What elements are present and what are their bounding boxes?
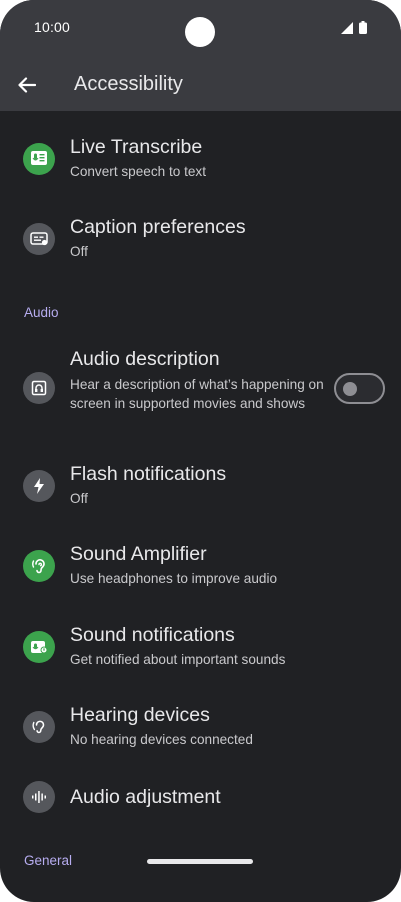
list-item-audio-description[interactable]: Audio description Hear a description of … xyxy=(0,342,401,430)
item-subtitle: Convert speech to text xyxy=(70,164,207,179)
signal-icon xyxy=(341,21,353,34)
app-bar: Accessibility xyxy=(0,56,401,111)
item-title: Live Transcribe xyxy=(70,136,203,158)
item-subtitle: Off xyxy=(70,244,88,259)
caption-icon xyxy=(23,223,55,255)
battery-icon xyxy=(359,21,367,34)
audio-description-icon xyxy=(23,372,55,404)
item-subtitle: Get notified about important sounds xyxy=(70,652,286,667)
system-icons xyxy=(341,21,367,34)
toggle-knob xyxy=(343,382,357,396)
section-header-audio: Audio xyxy=(24,305,59,320)
waveform-icon xyxy=(23,781,55,813)
item-title: Audio description xyxy=(70,348,220,370)
list-item-sound-notifications[interactable]: Sound notifications Get notified about i… xyxy=(0,618,401,678)
hearing-device-icon xyxy=(23,711,55,743)
flash-icon xyxy=(23,470,55,502)
home-gesture-bar[interactable] xyxy=(147,859,253,864)
section-header-general: General xyxy=(24,853,73,868)
camera-cutout xyxy=(185,17,215,47)
item-title: Hearing devices xyxy=(70,704,210,726)
page-title: Accessibility xyxy=(74,73,183,95)
item-subtitle: Off xyxy=(70,491,88,506)
item-title: Caption preferences xyxy=(70,216,246,238)
status-time: 10:00 xyxy=(34,19,71,35)
item-subtitle: Use headphones to improve audio xyxy=(70,571,278,586)
list-item-hearing-devices[interactable]: Hearing devices No hearing devices conne… xyxy=(0,698,401,758)
back-button[interactable] xyxy=(14,72,40,98)
list-item-audio-adjustment[interactable]: Audio adjustment xyxy=(0,778,401,818)
phone-screen: 10:00 Accessibility Live Transcribe Conv… xyxy=(0,0,401,902)
list-item-sound-amplifier[interactable]: Sound Amplifier Use headphones to improv… xyxy=(0,537,401,597)
item-title: Audio adjustment xyxy=(70,786,221,808)
item-title: Flash notifications xyxy=(70,463,227,485)
item-title: Sound notifications xyxy=(70,624,235,646)
list-item-live-transcribe[interactable]: Live Transcribe Convert speech to text xyxy=(0,130,401,190)
list-item-caption-preferences[interactable]: Caption preferences Off xyxy=(0,210,401,270)
live-transcribe-icon xyxy=(23,143,55,175)
item-subtitle: No hearing devices connected xyxy=(70,732,253,747)
item-title: Sound Amplifier xyxy=(70,543,207,565)
audio-description-toggle[interactable] xyxy=(334,373,385,404)
ear-icon xyxy=(23,550,55,582)
status-bar: 10:00 xyxy=(0,0,401,56)
back-arrow-icon xyxy=(18,77,36,93)
list-item-flash-notifications[interactable]: Flash notifications Off xyxy=(0,457,401,517)
sound-notification-icon xyxy=(23,631,55,663)
item-subtitle: Hear a description of what’s happening o… xyxy=(70,377,324,411)
